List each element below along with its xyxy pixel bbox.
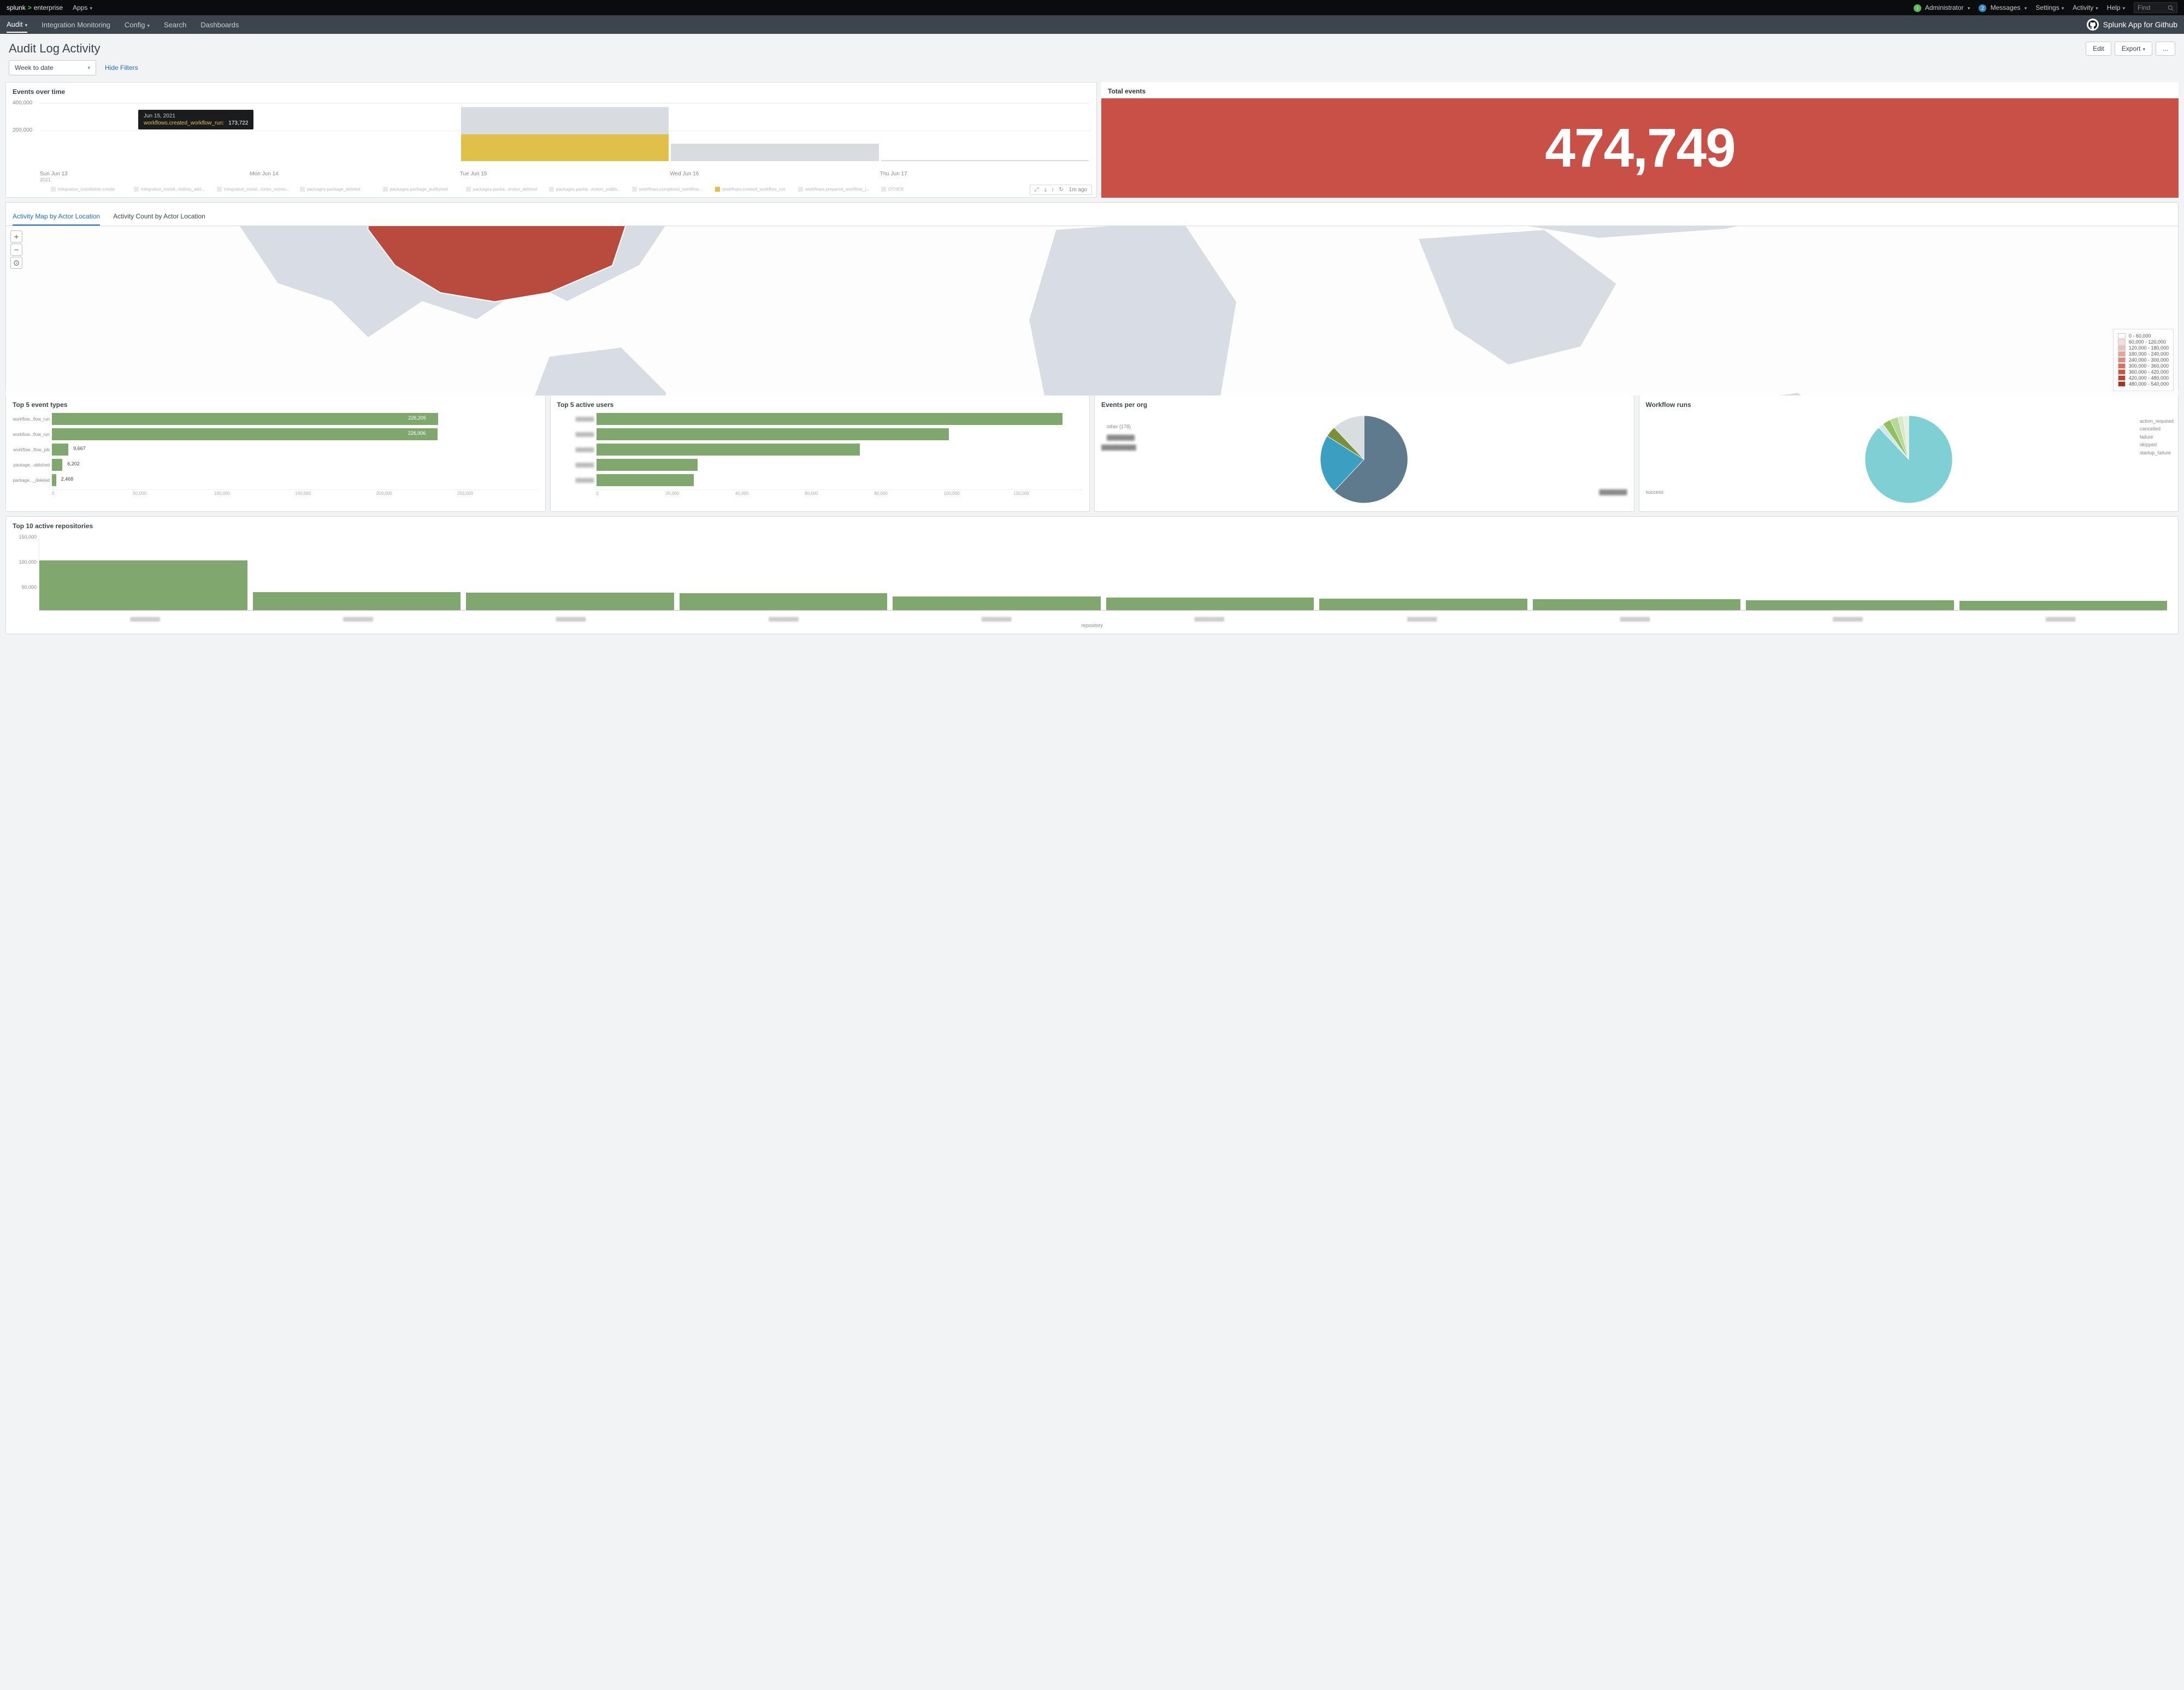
events-per-org-pie[interactable]: other (178) ████████ ████████ ██████████: [1101, 413, 1627, 506]
x-axis-title: repository: [13, 623, 2171, 628]
chart-toolbar: ⤢ ⤓ i ↻ 1m ago: [1030, 185, 1092, 195]
panel-title: Events over time: [13, 88, 1090, 96]
info-icon[interactable]: i: [1052, 187, 1053, 193]
admin-label: Administrator: [1925, 4, 1964, 11]
nav-integration-monitoring[interactable]: Integration Monitoring: [42, 21, 110, 29]
global-topbar: splunk > enterprise Apps i Administrator…: [0, 0, 2184, 15]
world-map[interactable]: + − ⊙: [6, 226, 2178, 395]
top5-active-users-chart[interactable]: ██████████████████████████████020,00040,…: [557, 413, 1083, 496]
time-range-select[interactable]: Week to date: [9, 60, 96, 75]
panel-title: Top 5 event types: [13, 401, 539, 409]
zoom-icon[interactable]: ⤢: [1035, 187, 1039, 193]
top10-repos-chart[interactable]: 150,000 100,000 50,000 █████████████████…: [13, 534, 2171, 622]
brand-splunk: splunk: [7, 4, 26, 11]
panel-workflow-runs: Workflow runs success action_required ca…: [1639, 395, 2179, 512]
settings-menu[interactable]: Settings: [2035, 4, 2064, 11]
pie-label-redacted: ████████: [1107, 435, 1135, 440]
pie-label-redacted: ████████: [1599, 489, 1627, 495]
brand-logo: splunk > enterprise: [7, 4, 63, 11]
y-tick: 200,000: [13, 127, 32, 133]
tooltip-date: Jun 15, 2021: [144, 113, 248, 119]
map-reset[interactable]: ⊙: [10, 257, 22, 269]
panel-total-events: Total events 474,749: [1101, 82, 2179, 198]
app-nav: Audit Integration Monitoring Config Sear…: [0, 15, 2184, 34]
time-range-value: Week to date: [15, 64, 54, 72]
github-icon: [2087, 19, 2099, 31]
pie-label-success: success: [1646, 489, 1664, 495]
app-title: Splunk App for Github: [2103, 20, 2177, 29]
admin-badge-icon: i: [1914, 4, 1921, 12]
messages-label: Messages: [1991, 4, 2021, 11]
y-tick: 400,000: [13, 100, 32, 106]
search-icon: [2168, 5, 2174, 11]
tab-activity-map[interactable]: Activity Map by Actor Location: [13, 208, 100, 226]
nav-dashboards[interactable]: Dashboards: [200, 21, 239, 29]
pie-label-redacted: ██████████: [1101, 445, 1136, 450]
filter-row: Week to date Hide Filters: [0, 60, 2184, 82]
export-button[interactable]: Export: [2115, 42, 2152, 56]
panel-title: Top 10 active repositories: [13, 522, 2171, 530]
help-menu[interactable]: Help: [2107, 4, 2125, 11]
panel-title: Total events: [1101, 82, 2179, 98]
activity-menu[interactable]: Activity: [2073, 4, 2098, 11]
refresh-icon[interactable]: ↻: [1059, 187, 1063, 193]
panel-top10-repos: Top 10 active repositories 150,000 100,0…: [5, 516, 2179, 634]
global-find-input[interactable]: Find: [2134, 2, 2177, 13]
chart-tooltip: Jun 15, 2021 workflows.created_workflow_…: [138, 110, 253, 129]
map-zoom-out[interactable]: −: [10, 244, 22, 256]
hide-filters-link[interactable]: Hide Filters: [105, 64, 138, 72]
workflow-runs-pie[interactable]: success action_required cancelled failur…: [1646, 413, 2172, 506]
x-axis-year: 2021: [40, 177, 1090, 182]
total-events-value: 474,749: [1545, 117, 1734, 180]
admin-menu[interactable]: i Administrator: [1914, 4, 1970, 12]
events-over-time-chart[interactable]: 400,000 200,000: [40, 100, 1090, 171]
y-tick: 100,000: [19, 559, 37, 565]
refresh-time: 1m ago: [1069, 187, 1087, 193]
download-icon[interactable]: ⤓: [1044, 187, 1047, 193]
messages-count-badge: 2: [1979, 4, 1986, 12]
panel-top5-active-users: Top 5 active users █████████████████████…: [550, 395, 1090, 512]
y-tick: 150,000: [19, 534, 37, 540]
nav-search[interactable]: Search: [164, 21, 186, 29]
map-tabs: Activity Map by Actor Location Activity …: [6, 208, 2178, 226]
tab-activity-count[interactable]: Activity Count by Actor Location: [113, 208, 205, 226]
brand-enterprise: enterprise: [34, 4, 63, 11]
more-button[interactable]: ...: [2156, 42, 2175, 56]
panel-title: Events per org: [1101, 401, 1627, 409]
panel-title: Top 5 active users: [557, 401, 1083, 409]
nav-config[interactable]: Config: [125, 21, 150, 29]
tooltip-value: 173,722: [228, 120, 248, 126]
panel-events-per-org: Events per org other (178) ████████ ████…: [1094, 395, 1634, 512]
panel-activity-map: Activity Map by Actor Location Activity …: [5, 202, 2179, 391]
map-legend: 0 - 60,00060,000 - 120,000120,000 - 180,…: [2113, 329, 2174, 391]
nav-audit[interactable]: Audit: [7, 20, 27, 33]
pie-label-other: other (178): [1107, 424, 1131, 429]
find-placeholder: Find: [2138, 4, 2150, 11]
apps-menu[interactable]: Apps: [73, 4, 92, 11]
panel-title: Workflow runs: [1646, 401, 2172, 409]
messages-menu[interactable]: 2 Messages: [1979, 4, 2027, 12]
top5-event-types-chart[interactable]: workflow...flow_run226,205workflow...flo…: [13, 413, 539, 496]
edit-button[interactable]: Edit: [2086, 42, 2111, 56]
workflow-labels: action_required cancelled failure skippe…: [2140, 417, 2174, 457]
x-axis-labels: Sun Jun 13 Mon Jun 14 Tue Jun 15 Wed Jun…: [40, 171, 1090, 177]
tooltip-series: workflows.created_workflow_run:: [144, 120, 224, 126]
y-tick: 50,000: [21, 584, 37, 590]
title-bar: Audit Log Activity Edit Export ...: [0, 34, 2184, 60]
panel-top5-event-types: Top 5 event types workflow...flow_run226…: [5, 395, 546, 512]
page-title: Audit Log Activity: [9, 42, 101, 56]
panel-events-over-time: Events over time 400,000 200,000: [5, 82, 1097, 198]
chart-legend: integration_installation.createintegrati…: [51, 187, 1090, 192]
brand-chevron-icon: >: [28, 4, 32, 11]
map-zoom-in[interactable]: +: [10, 231, 22, 243]
